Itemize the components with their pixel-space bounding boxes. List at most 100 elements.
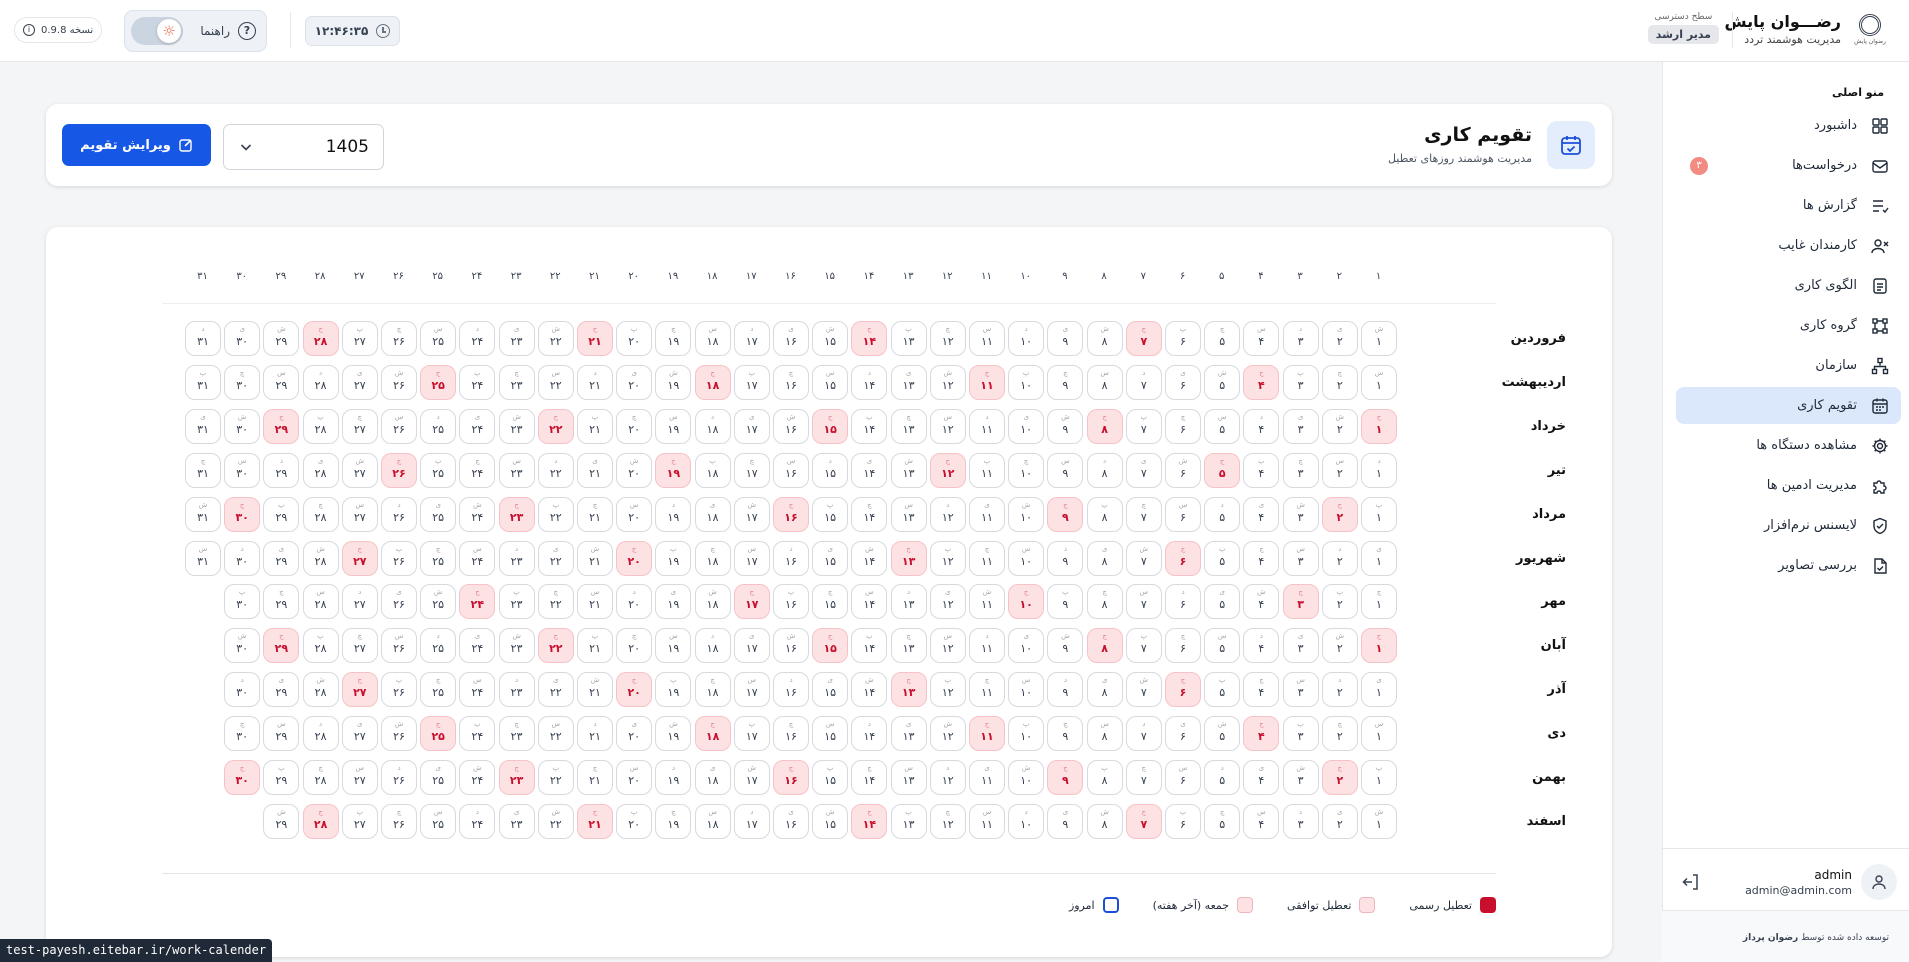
day-cell[interactable]: پ۷	[1125, 408, 1162, 444]
day-cell[interactable]: پ ۲۳	[498, 584, 535, 620]
day-cell[interactable]: چ۹	[1047, 364, 1084, 400]
day-cell[interactable]: س۶	[1165, 496, 1201, 532]
day-cell[interactable]: د ۱۱	[969, 408, 1005, 444]
day-cell[interactable]: ج ۳۰	[224, 496, 261, 532]
day-cell[interactable]: ش۱	[1361, 321, 1397, 356]
day-cell[interactable]: ی۴	[1243, 496, 1280, 532]
day-cell[interactable]: د ۱۸	[694, 408, 731, 444]
day-cell[interactable]: پ ۱۴	[851, 628, 888, 664]
day-cell[interactable]: ج ۱۰	[1008, 584, 1045, 620]
day-cell[interactable]: پ ۳۱	[185, 364, 221, 400]
day-cell[interactable]: ش ۲۳	[498, 408, 535, 444]
day-cell[interactable]: ج ۲۷	[341, 540, 378, 576]
question-circle-icon[interactable]: ?	[238, 22, 256, 40]
day-cell[interactable]: د۴	[1243, 408, 1280, 444]
day-cell[interactable]: ی ۲۰	[616, 364, 653, 400]
day-cell[interactable]: ش۸	[1086, 321, 1123, 356]
day-cell[interactable]: پ ۲۹	[263, 760, 300, 795]
day-cell[interactable]: د ۳۱	[185, 321, 221, 356]
day-cell[interactable]: د ۱۵	[812, 452, 849, 488]
day-cell[interactable]: س ۱۰	[1008, 672, 1045, 708]
day-cell[interactable]: ش ۳۰	[224, 628, 261, 664]
sidebar-item-user-x[interactable]: کارمندان غایب	[1676, 227, 1901, 264]
day-cell[interactable]: ی ۱۸	[694, 496, 731, 532]
day-cell[interactable]: ش ۲۲	[537, 803, 574, 839]
day-cell[interactable]: د۹	[1047, 540, 1084, 576]
sidebar-item-gear[interactable]: مشاهده دستگاه ها	[1676, 427, 1901, 464]
day-cell[interactable]: ش۷	[1125, 540, 1162, 576]
day-cell[interactable]: ی ۱۵	[812, 540, 849, 576]
day-cell[interactable]: ی ۲۹	[263, 672, 300, 708]
day-cell[interactable]: س ۱۸	[694, 803, 731, 839]
day-cell[interactable]: ج ۲۵	[420, 716, 457, 752]
day-cell[interactable]: پ ۱۵	[812, 496, 849, 532]
day-cell[interactable]: چ ۱۵	[812, 584, 849, 620]
day-cell[interactable]: چ۷	[1125, 760, 1162, 795]
day-cell[interactable]: چ ۱۹	[655, 321, 692, 356]
day-cell[interactable]: س ۲۴	[459, 672, 496, 708]
day-cell[interactable]: چ ۲۶	[381, 803, 417, 839]
day-cell[interactable]: ی۹	[1047, 803, 1084, 839]
day-cell[interactable]: د۲	[1321, 672, 1358, 708]
day-cell[interactable]: پ ۲۸	[302, 628, 339, 664]
day-cell[interactable]: ی ۱۱	[969, 760, 1005, 795]
day-cell[interactable]: س۳	[1282, 540, 1319, 576]
day-cell[interactable]: ج ۲۰	[616, 540, 653, 576]
day-cell[interactable]: ی ۱۸	[694, 760, 731, 795]
day-cell[interactable]: س ۱۷	[733, 540, 770, 576]
day-cell[interactable]: د ۲۷	[341, 584, 378, 620]
day-cell[interactable]: پ ۲۴	[459, 716, 496, 752]
day-cell[interactable]: چ ۱۷	[733, 452, 770, 488]
day-cell[interactable]: س۳	[1282, 672, 1319, 708]
day-cell[interactable]: س ۱۳	[890, 496, 927, 532]
day-cell[interactable]: س ۱۲	[929, 408, 966, 444]
day-cell[interactable]: ش ۲۴	[459, 496, 496, 532]
day-cell[interactable]: د ۱۳	[890, 584, 927, 620]
day-cell[interactable]: ج ۱۴	[851, 321, 888, 356]
day-cell[interactable]: ج ۲۳	[498, 496, 535, 532]
day-cell[interactable]: ج ۱۳	[890, 540, 927, 576]
day-cell[interactable]: ش ۱۹	[655, 716, 692, 752]
day-cell[interactable]: ش ۲۱	[577, 672, 613, 708]
day-cell[interactable]: س ۲۶	[381, 408, 417, 444]
day-cell[interactable]: ش ۱۰	[1008, 496, 1045, 532]
day-cell[interactable]: ش ۲۱	[577, 540, 613, 576]
day-cell[interactable]: د ۲۸	[302, 364, 339, 400]
day-cell[interactable]: ش ۱۵	[812, 803, 849, 839]
day-cell[interactable]: ج ۱۱	[969, 716, 1005, 752]
day-cell[interactable]: چ ۳۰	[224, 364, 261, 400]
day-cell[interactable]: پ۸	[1086, 760, 1123, 795]
day-cell[interactable]: پ ۱۹	[655, 540, 692, 576]
day-cell[interactable]: چ ۲۱	[577, 760, 613, 795]
day-cell[interactable]: د ۱۷	[733, 321, 770, 356]
day-cell[interactable]: ی ۲۶	[381, 584, 417, 620]
day-cell[interactable]: ی ۱۶	[773, 321, 809, 356]
day-cell[interactable]: پ۸	[1086, 496, 1123, 532]
day-cell[interactable]: ی۱	[1361, 672, 1397, 708]
day-cell[interactable]: ی۲	[1321, 803, 1358, 839]
day-cell[interactable]: د ۲۴	[459, 321, 496, 356]
day-cell[interactable]: پ ۱۸	[694, 452, 731, 488]
day-cell[interactable]: ج ۱۵	[812, 628, 849, 664]
day-cell[interactable]: ی۵	[1204, 584, 1241, 620]
day-cell[interactable]: ج ۲۹	[263, 628, 300, 664]
day-cell[interactable]: ج۴	[1243, 716, 1280, 752]
day-cell[interactable]: پ ۱۴	[851, 408, 888, 444]
day-cell[interactable]: ج ۲۰	[616, 672, 653, 708]
day-cell[interactable]: س ۱۳	[890, 760, 927, 795]
day-cell[interactable]: س ۲۳	[498, 452, 535, 488]
day-cell[interactable]: د ۲۱	[577, 364, 613, 400]
day-cell[interactable]: پ ۱۳	[890, 803, 927, 839]
day-cell[interactable]: ی ۲۵	[420, 760, 457, 795]
day-cell[interactable]: چ ۲۵	[420, 672, 457, 708]
day-cell[interactable]: ش ۲۶	[381, 716, 417, 752]
day-cell[interactable]: ش ۳۰	[224, 408, 261, 444]
day-cell[interactable]: ج۹	[1047, 496, 1084, 532]
day-cell[interactable]: ش ۱۱	[969, 584, 1005, 620]
day-cell[interactable]: ی ۲۱	[577, 452, 613, 488]
day-cell[interactable]: ش۲	[1321, 408, 1358, 444]
user-avatar-icon[interactable]	[1861, 864, 1897, 900]
day-cell[interactable]: ی ۱۱	[969, 496, 1005, 532]
day-cell[interactable]: چ ۲۸	[302, 496, 339, 532]
day-cell[interactable]: ش۲	[1321, 628, 1358, 664]
